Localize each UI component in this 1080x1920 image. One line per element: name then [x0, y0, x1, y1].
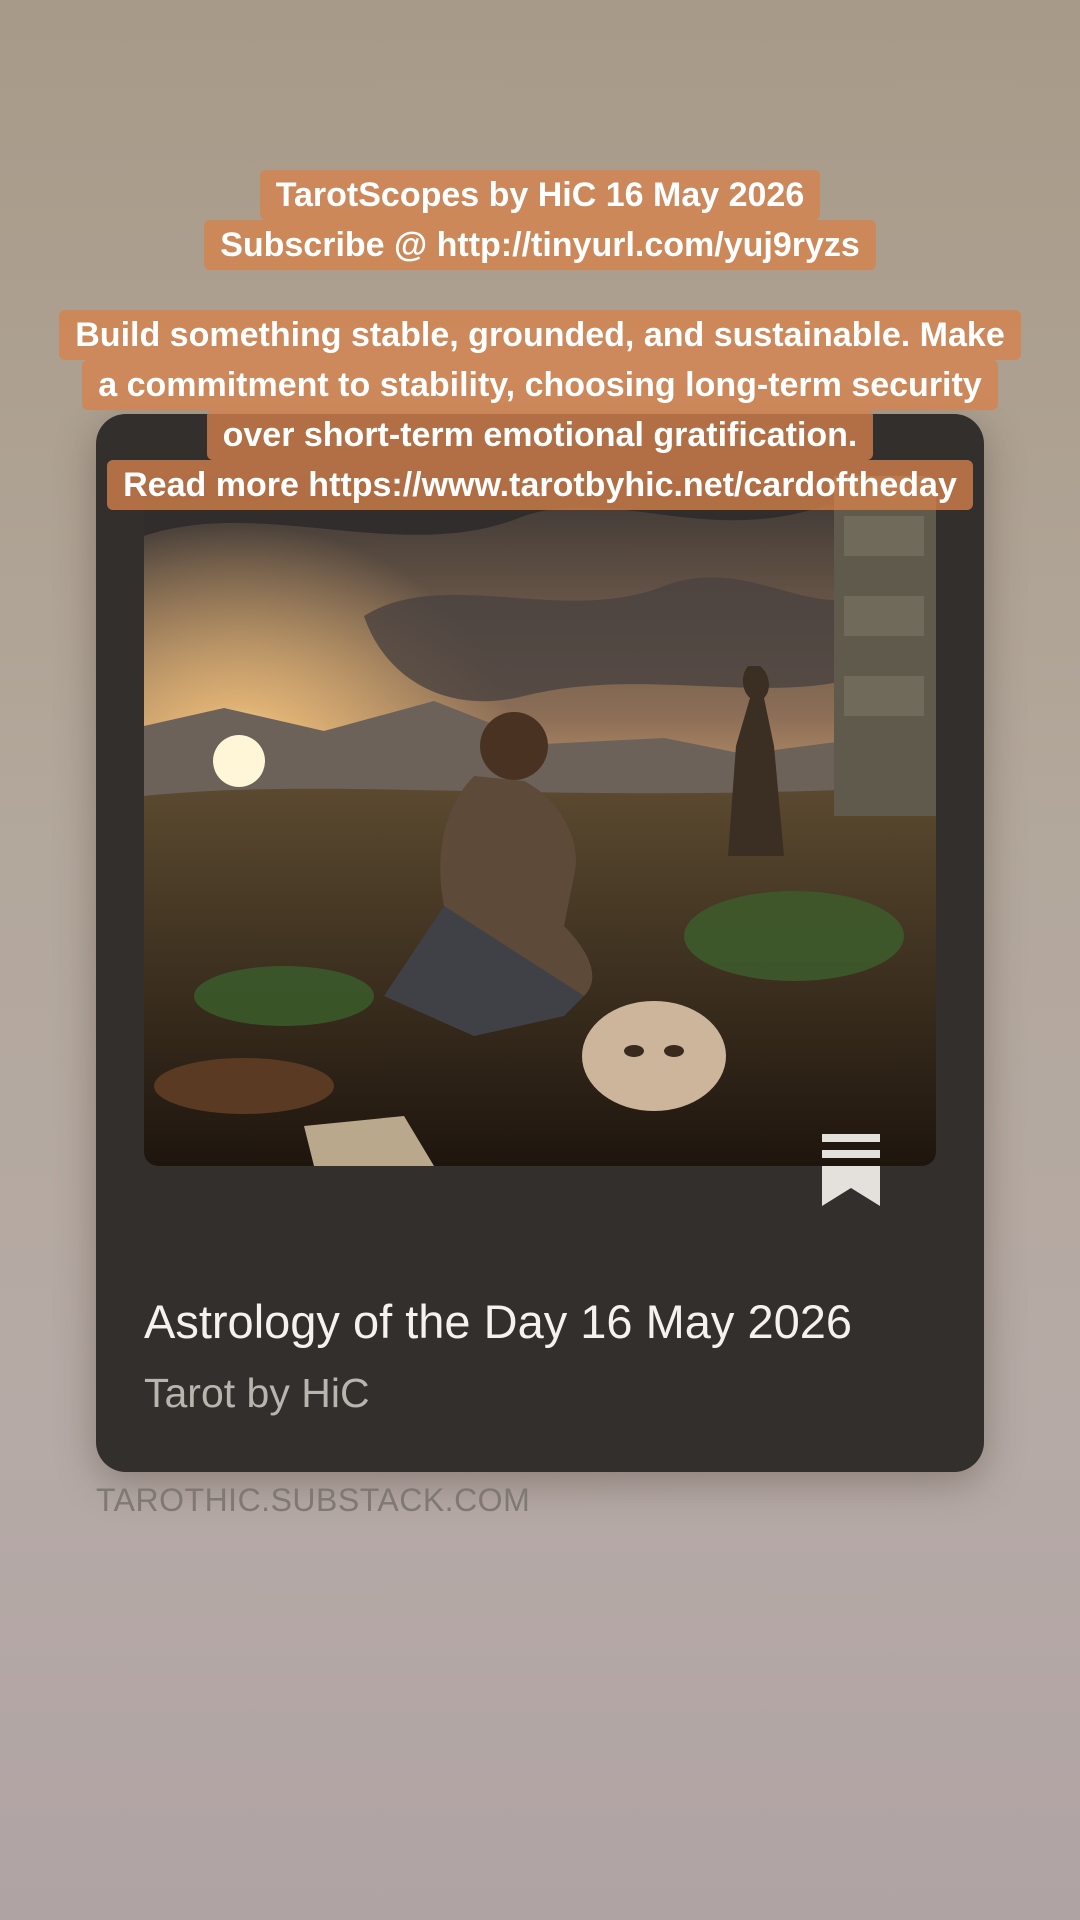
caption-body: Build something stable, grounded, and su… [0, 310, 1080, 510]
caption-line: Build something stable, grounded, and su… [59, 310, 1021, 360]
caption-link-line[interactable]: Read more https://www.tarotbyhic.net/car… [107, 460, 973, 510]
bookmark-icon[interactable] [822, 1134, 880, 1206]
card-author: Tarot by HiC [144, 1370, 370, 1416]
caption-line: a commitment to stability, choosing long… [82, 360, 998, 410]
caption-header: TarotScopes by HiC 16 May 2026 Subscribe… [0, 170, 1080, 270]
caption-line: over short-term emotional gratification. [206, 410, 874, 460]
link-domain[interactable]: TAROTHIC.SUBSTACK.COM [96, 1482, 530, 1519]
card-title: Astrology of the Day 16 May 2026 [144, 1295, 853, 1348]
link-preview-card[interactable]: Astrology of the Day 16 May 2026 Tarot b… [96, 414, 984, 1472]
card-image [144, 476, 936, 1166]
tarot-illustration [144, 476, 936, 1166]
caption-line: TarotScopes by HiC 16 May 2026 [259, 170, 821, 220]
caption-line: Subscribe @ http://tinyurl.com/yuj9ryzs [204, 220, 876, 270]
